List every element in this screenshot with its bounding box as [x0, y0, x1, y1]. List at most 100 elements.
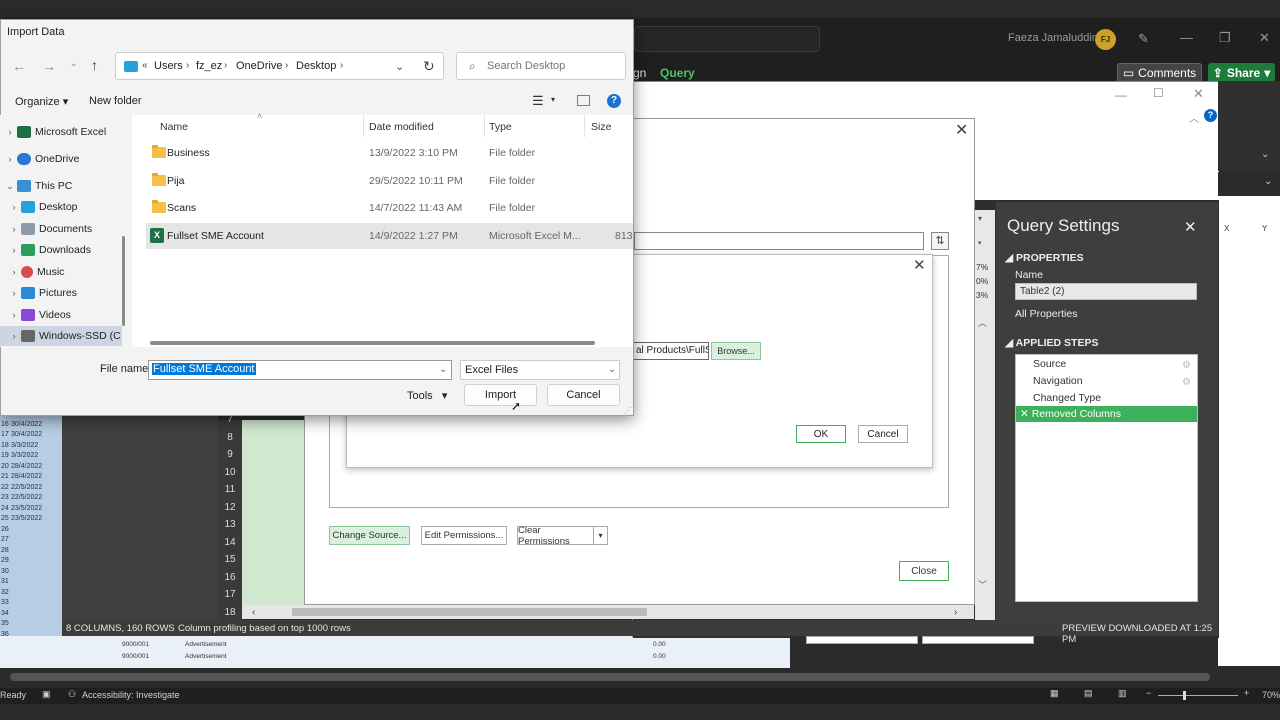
help-icon[interactable]: ?	[607, 94, 621, 108]
restore-icon[interactable]: ❐	[1219, 30, 1231, 46]
fp-cancel-button[interactable]: Cancel	[858, 425, 908, 443]
pq-row-number[interactable]: 15	[218, 554, 242, 565]
chevron-right-icon[interactable]: ›	[340, 60, 343, 71]
recent-chevron-icon[interactable]: ⌄	[70, 58, 78, 69]
sheet-row-number[interactable]: 22	[0, 484, 10, 491]
chevron-right-icon[interactable]: ›	[7, 331, 21, 341]
nav-item-drive[interactable]: › Windows-SSD (C	[0, 326, 122, 346]
chevron-right-icon[interactable]: ›	[7, 245, 21, 255]
gear-icon[interactable]: ⚙	[1182, 358, 1191, 374]
step-changed-type[interactable]: Changed Type	[1016, 390, 1197, 406]
properties-header[interactable]: ◢ PROPERTIES	[1005, 252, 1084, 264]
view-options-icon[interactable]: ☰	[532, 93, 544, 109]
chevron-right-icon[interactable]: ›	[186, 60, 189, 71]
pq-maximize-icon[interactable]: ☐	[1153, 86, 1164, 100]
sheet-row-number[interactable]: 20	[0, 463, 10, 470]
sheet-row-number[interactable]: 26	[0, 526, 10, 533]
sheet-tab-partial[interactable]	[806, 636, 918, 644]
zoom-out-icon[interactable]: −	[1146, 688, 1151, 698]
sheet-row-number[interactable]: 34	[0, 610, 10, 617]
search-box[interactable]: ⌕	[456, 52, 626, 80]
accessibility-icon[interactable]: ⚇	[68, 689, 76, 700]
chevron-right-icon[interactable]: ›	[3, 154, 17, 164]
pq-help-icon[interactable]: ?	[1204, 109, 1217, 122]
nav-item-videos[interactable]: › Videos	[0, 305, 122, 325]
fp-close-icon[interactable]: ✕	[913, 256, 926, 274]
column-divider[interactable]	[363, 115, 364, 137]
sheet-row-number[interactable]: 28	[0, 547, 10, 554]
sheet-cell-date[interactable]: 22/5/2022	[11, 494, 42, 501]
cancel-button[interactable]: Cancel	[547, 384, 620, 406]
pq-close-icon[interactable]: ✕	[1193, 86, 1204, 102]
chevron-right-icon[interactable]: ›	[7, 288, 21, 298]
chevron-down-icon[interactable]: ⌄	[1264, 176, 1272, 187]
pq-row-number[interactable]: 10	[218, 467, 242, 478]
file-row[interactable]: Scans 14/7/2022 11:43 AM File folder	[146, 195, 633, 221]
sheet-row-number[interactable]: 19	[0, 452, 10, 459]
comments-button[interactable]: ▭ Comments	[1117, 63, 1202, 83]
browse-button[interactable]: Browse...	[711, 342, 761, 360]
sheet-cell-date[interactable]: 30/4/2022	[11, 421, 42, 428]
dss-close-icon[interactable]: ✕	[955, 120, 968, 140]
sheet-cell-date[interactable]: 23/5/2022	[11, 515, 42, 522]
nav-item-music[interactable]: › Music	[0, 262, 122, 282]
sheet-scrollbar[interactable]	[0, 668, 1280, 688]
nav-item-docs[interactable]: › Documents	[0, 219, 122, 239]
change-source-button[interactable]: Change Source...	[329, 526, 410, 545]
pq-row-number[interactable]: 18	[218, 607, 242, 618]
file-list-scrollbar[interactable]	[150, 341, 595, 345]
file-row[interactable]: X Fullset SME Account 14/9/2022 1:27 PM Mic…	[146, 222, 633, 249]
sheet-row-number[interactable]: 24	[0, 505, 10, 512]
avatar[interactable]: FJ	[1095, 29, 1116, 50]
edit-permissions-button[interactable]: Edit Permissions...	[421, 526, 507, 545]
sheet-row-number[interactable]: 29	[0, 557, 10, 564]
pq-row-number[interactable]: 8	[218, 432, 242, 443]
applied-steps-header[interactable]: ◢ APPLIED STEPS	[1005, 337, 1098, 349]
chevron-down-icon[interactable]: ▾	[551, 95, 555, 104]
file-row[interactable]: Pija 29/5/2022 10:11 PM File folder	[146, 168, 633, 194]
nav-item-desktop[interactable]: › Desktop	[0, 197, 122, 217]
sheet-cell-date[interactable]: 23/5/2022	[11, 505, 42, 512]
scroll-down-icon[interactable]: ﹀	[978, 578, 987, 591]
address-bar[interactable]: « Users › fz_ez › OneDrive › Desktop › ⌄…	[115, 52, 444, 80]
back-arrow-icon[interactable]: ←	[12, 58, 26, 74]
accessibility-status[interactable]: Accessibility: Investigate	[82, 690, 180, 700]
close-icon[interactable]: ✕	[1259, 30, 1270, 46]
chevron-down-icon[interactable]: ⌄	[3, 181, 17, 192]
column-header-name[interactable]: Name	[160, 121, 188, 133]
sheet-cell-date[interactable]: 28/4/2022	[11, 463, 42, 470]
import-button[interactable]: Import	[464, 384, 537, 406]
step-source[interactable]: Source ⚙	[1016, 356, 1197, 372]
resize-grip-icon[interactable]: ⋰	[624, 406, 632, 415]
chevron-down-icon[interactable]: ⌄	[439, 364, 447, 375]
chevron-down-icon[interactable]: ▾	[593, 526, 608, 545]
chevron-right-icon[interactable]: ›	[7, 202, 21, 212]
minimize-icon[interactable]: —	[1180, 30, 1193, 45]
chevron-right-icon[interactable]: ›	[224, 60, 227, 71]
pq-row-number[interactable]: 16	[218, 572, 242, 583]
chevron-down-icon[interactable]: ⌄	[395, 60, 404, 73]
sheet-row-number[interactable]: 17	[0, 431, 10, 438]
scroll-left-icon[interactable]: ‹	[252, 607, 255, 618]
breadcrumb-fz-ez[interactable]: fz_ez	[196, 60, 222, 72]
dss-close-button[interactable]: Close	[899, 561, 949, 581]
sheet-cell-date[interactable]: 30/4/2022	[11, 431, 42, 438]
gear-icon[interactable]: ⚙	[1182, 375, 1191, 391]
clear-permissions-button[interactable]: Clear Permissions	[517, 525, 594, 547]
sheet-cell-date[interactable]: 28/4/2022	[11, 473, 42, 480]
organize-button[interactable]: Organize ▾	[15, 95, 68, 108]
page-break-icon[interactable]: ▥	[1118, 688, 1127, 699]
pq-row-number[interactable]: 9	[218, 449, 242, 460]
column-profiling-status[interactable]: Column profiling based on top 1000 rows	[178, 623, 351, 634]
pq-row-number[interactable]: 11	[218, 484, 242, 495]
pq-row-number[interactable]: 17	[218, 589, 242, 600]
sheet-row-number[interactable]: 18	[0, 442, 10, 449]
dss-search-input[interactable]	[634, 232, 924, 250]
sheet-row-number[interactable]: 27	[0, 536, 10, 543]
nav-scrollbar[interactable]	[122, 236, 125, 326]
pen-icon[interactable]: ✎	[1138, 31, 1149, 47]
column-header-size[interactable]: Size	[591, 121, 611, 133]
sheet-row-number[interactable]: 16	[0, 421, 10, 428]
page-layout-icon[interactable]: ▤	[1084, 688, 1093, 699]
zoom-in-icon[interactable]: +	[1244, 688, 1249, 698]
